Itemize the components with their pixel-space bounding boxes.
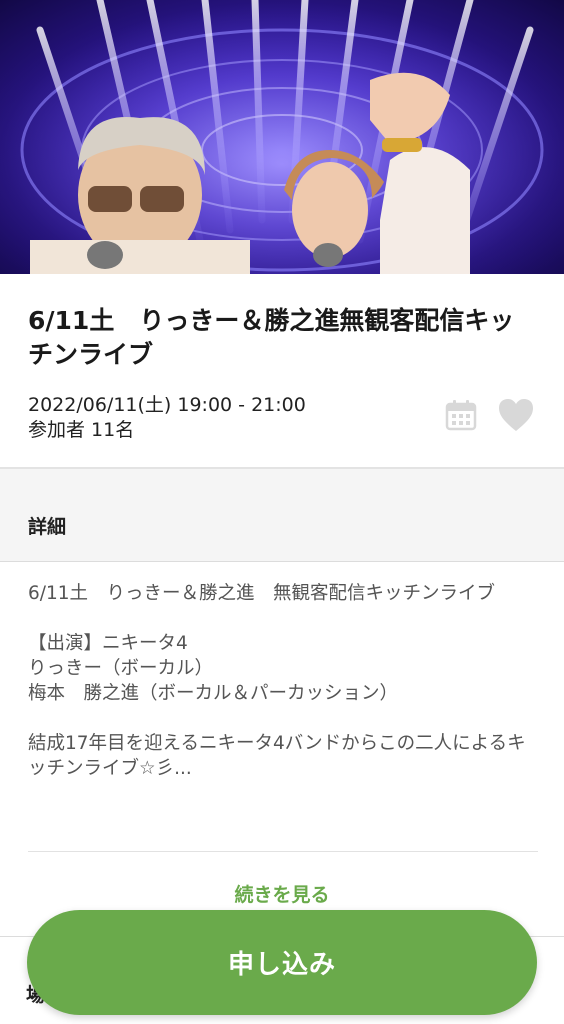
description-paragraph: 結成17年目を迎えるニキータ4バンドからこの二人によるキッチンライブ☆彡... [28, 733, 526, 779]
event-hero-image [0, 0, 564, 274]
participant-count: 参加者 11名 [28, 419, 135, 441]
heart-icon[interactable] [497, 397, 535, 433]
details-section-header [0, 469, 564, 562]
calendar-icon[interactable] [444, 398, 478, 432]
event-datetime: 2022/06/11(土) 19:00 - 21:00 [28, 394, 306, 416]
description-paragraph: 6/11土 りっきー＆勝之進 無観客配信キッチンライブ [28, 583, 496, 604]
event-description: 6/11土 りっきー＆勝之進 無観客配信キッチンライブ 【出演】ニキータ4 りっ… [28, 581, 540, 806]
description-divider [28, 851, 538, 852]
apply-button[interactable]: 申し込み [27, 910, 537, 1015]
event-title: 6/11土 りっきー＆勝之進無観客配信キッチンライブ [28, 306, 515, 369]
details-section-title: 詳細 [28, 516, 67, 538]
see-more-link[interactable]: 続きを見る [0, 880, 564, 907]
stage-photo-illustration [0, 0, 564, 274]
description-paragraph: 【出演】ニキータ4 りっきー（ボーカル） 梅本 勝之進（ボーカル＆パーカッション… [28, 633, 399, 704]
